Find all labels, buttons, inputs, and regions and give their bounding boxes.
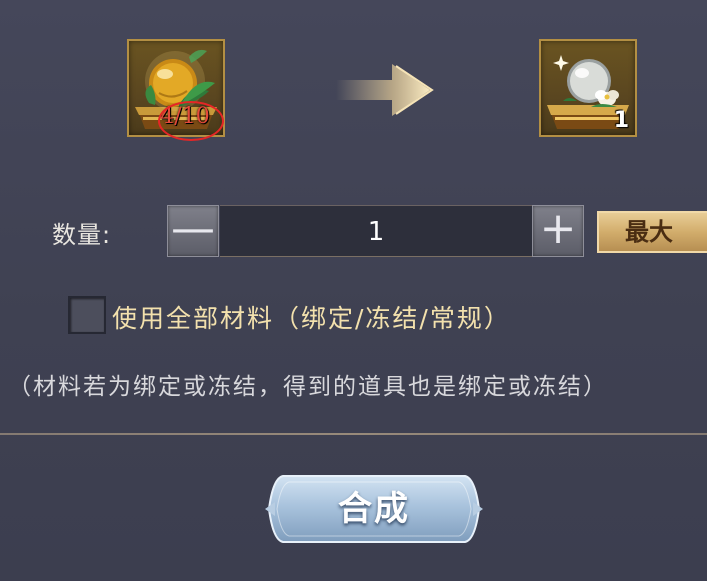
divider [0, 433, 707, 435]
max-button[interactable]: 最大 [597, 211, 707, 253]
increase-button[interactable]: + [532, 205, 584, 257]
result-count: 1 [613, 108, 629, 133]
use-all-materials-checkbox[interactable] [68, 296, 106, 334]
result-item-slot[interactable]: 1 [539, 39, 637, 137]
binding-note: （材料若为绑定或冻结，得到的道具也是绑定或冻结） [8, 374, 608, 400]
synthesis-panel: 4/10 1 数量: — 1 + 最大 使用全部材料（绑定/冻结/常规） （材料… [0, 0, 707, 581]
quantity-input[interactable]: 1 [220, 205, 532, 257]
synthesize-button[interactable]: 合成 [265, 472, 483, 546]
synthesize-label: 合成 [338, 489, 410, 529]
use-all-materials-label[interactable]: 使用全部材料（绑定/冻结/常规） [112, 299, 511, 335]
decrease-button[interactable]: — [167, 205, 219, 257]
count-highlight-ring [158, 101, 224, 141]
quantity-label: 数量: [52, 221, 112, 249]
arrow-right-icon [336, 64, 434, 116]
